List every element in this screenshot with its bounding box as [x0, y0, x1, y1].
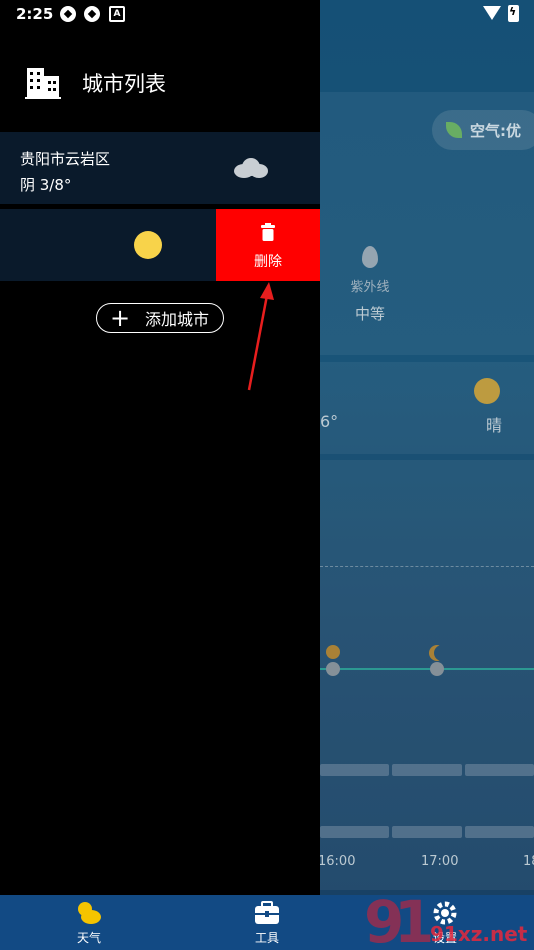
- keyboard-icon: A: [109, 6, 125, 22]
- city-temperature: 阴 3/8°: [20, 176, 72, 194]
- buildings-icon: [25, 68, 61, 99]
- notification-icon: [60, 6, 76, 22]
- wifi-icon: [483, 6, 501, 20]
- delete-city-button[interactable]: 删除: [216, 209, 320, 281]
- nav-label: 天气: [76, 931, 101, 945]
- nav-weather[interactable]: 天气: [0, 895, 178, 950]
- trash-icon: [261, 223, 275, 241]
- watermark-text: 91xz.net: [430, 922, 528, 946]
- notification-icon: [84, 6, 100, 22]
- weather-icon: [78, 902, 101, 924]
- city-list-drawer: 城市列表 贵阳市云岩区 阴 3/8° 删除 + 添加城市: [0, 0, 320, 895]
- city-list-item[interactable]: 贵阳市云岩区 阴 3/8°: [0, 132, 320, 204]
- city-list-item-swiped[interactable]: 删除: [0, 209, 320, 281]
- nav-tools[interactable]: 工具: [178, 895, 356, 950]
- status-bar: 2:25 A: [0, 0, 534, 28]
- status-time: 2:25: [16, 5, 54, 23]
- svg-text:1: 1: [394, 890, 434, 950]
- scrim[interactable]: [320, 0, 534, 895]
- delete-label: 删除: [254, 253, 282, 269]
- battery-icon: [508, 5, 519, 22]
- add-city-button[interactable]: + 添加城市: [96, 303, 224, 333]
- plus-icon: +: [109, 304, 131, 332]
- nav-label: 工具: [254, 931, 279, 945]
- annotation-arrow-icon: [247, 282, 274, 391]
- sun-icon: [134, 231, 162, 259]
- drawer-title: 城市列表: [82, 72, 166, 96]
- city-name: 贵阳市云岩区: [20, 150, 111, 168]
- cloud-icon: [234, 158, 268, 178]
- toolbox-icon: [255, 901, 279, 924]
- drawer-header: 城市列表: [0, 58, 320, 108]
- add-city-label: 添加城市: [145, 310, 210, 329]
